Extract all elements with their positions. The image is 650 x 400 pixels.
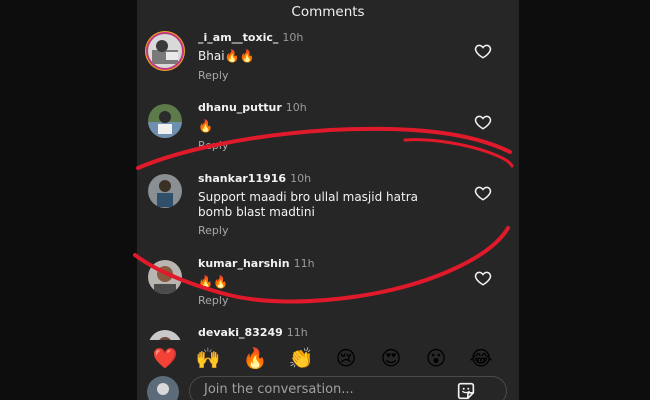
emoji-surprised-button[interactable]: 😮 — [422, 344, 450, 372]
username-text[interactable]: _i_am__toxic_ — [198, 31, 278, 44]
emoji-fire-button[interactable]: 🔥 — [241, 344, 269, 372]
heart-outline-icon[interactable] — [474, 184, 492, 202]
reply-button[interactable]: Reply — [198, 224, 228, 237]
comment-time: 10h — [290, 172, 312, 185]
emoji-crying-button[interactable]: 😢 — [332, 344, 360, 372]
comment-text: 🔥 — [198, 119, 213, 133]
heart-outline-icon[interactable] — [474, 269, 492, 287]
avatar[interactable] — [148, 260, 182, 294]
reply-button[interactable]: Reply — [198, 294, 228, 307]
username-text[interactable]: devaki_83249 — [198, 326, 283, 339]
emoji-reaction-bar: ❤️ 🙌 🔥 👏 😢 😍 😮 😂 — [137, 340, 519, 374]
avatar[interactable] — [148, 174, 182, 208]
avatar[interactable] — [148, 104, 182, 138]
comment-username[interactable]: _i_am__toxic_ 10h — [198, 31, 303, 44]
comment-username[interactable]: devaki_83249 11h — [198, 326, 308, 339]
emoji-laughing-button[interactable]: 😂 — [467, 344, 495, 372]
comment-username[interactable]: dhanu_puttur 10h — [198, 101, 307, 114]
heart-outline-icon[interactable] — [474, 42, 492, 60]
comment-item: _i_am__toxic_ 10h Bhai🔥🔥 Reply — [137, 28, 519, 108]
heart-outline-icon[interactable] — [474, 113, 492, 131]
avatar[interactable] — [148, 34, 182, 68]
emoji-clap-button[interactable]: 👏 — [287, 344, 315, 372]
comment-item: shankar11916 10h Support maadi bro ullal … — [137, 170, 519, 250]
comment-username[interactable]: kumar_harshin 11h — [198, 257, 315, 270]
comment-text: Support maadi bro ullal masjid hatra bom… — [198, 190, 418, 219]
comment-text: Bhai🔥🔥 — [198, 49, 255, 63]
reply-button[interactable]: Reply — [198, 69, 228, 82]
comment-time: 11h — [286, 326, 308, 339]
comment-item: dhanu_puttur 10h 🔥 Reply — [137, 98, 519, 178]
comment-username[interactable]: shankar11916 10h — [198, 172, 311, 185]
avatar — [147, 376, 179, 400]
username-text[interactable]: shankar11916 — [198, 172, 286, 185]
comments-header: Comments — [137, 0, 519, 24]
reply-button[interactable]: Reply — [198, 139, 228, 152]
sticker-icon[interactable] — [455, 380, 477, 400]
comment-time: 10h — [282, 31, 304, 44]
username-text[interactable]: dhanu_puttur — [198, 101, 282, 114]
emoji-heart-button[interactable]: ❤️ — [151, 344, 179, 372]
comment-time: 10h — [285, 101, 307, 114]
compose-bar: Join the conversation... — [137, 374, 519, 400]
emoji-raised-hands-button[interactable]: 🙌 — [194, 344, 222, 372]
page-title: Comments — [291, 4, 365, 20]
comment-input-placeholder: Join the conversation... — [204, 382, 354, 397]
username-text[interactable]: kumar_harshin — [198, 257, 290, 270]
comment-item: kumar_harshin 11h 🔥🔥 Reply — [137, 255, 519, 335]
comment-time: 11h — [293, 257, 315, 270]
emoji-heart-eyes-button[interactable]: 😍 — [377, 344, 405, 372]
comment-text: 🔥🔥 — [198, 275, 228, 289]
comments-panel: Comments _i_am__toxic_ 10h Bhai🔥🔥 Reply d… — [137, 0, 519, 400]
